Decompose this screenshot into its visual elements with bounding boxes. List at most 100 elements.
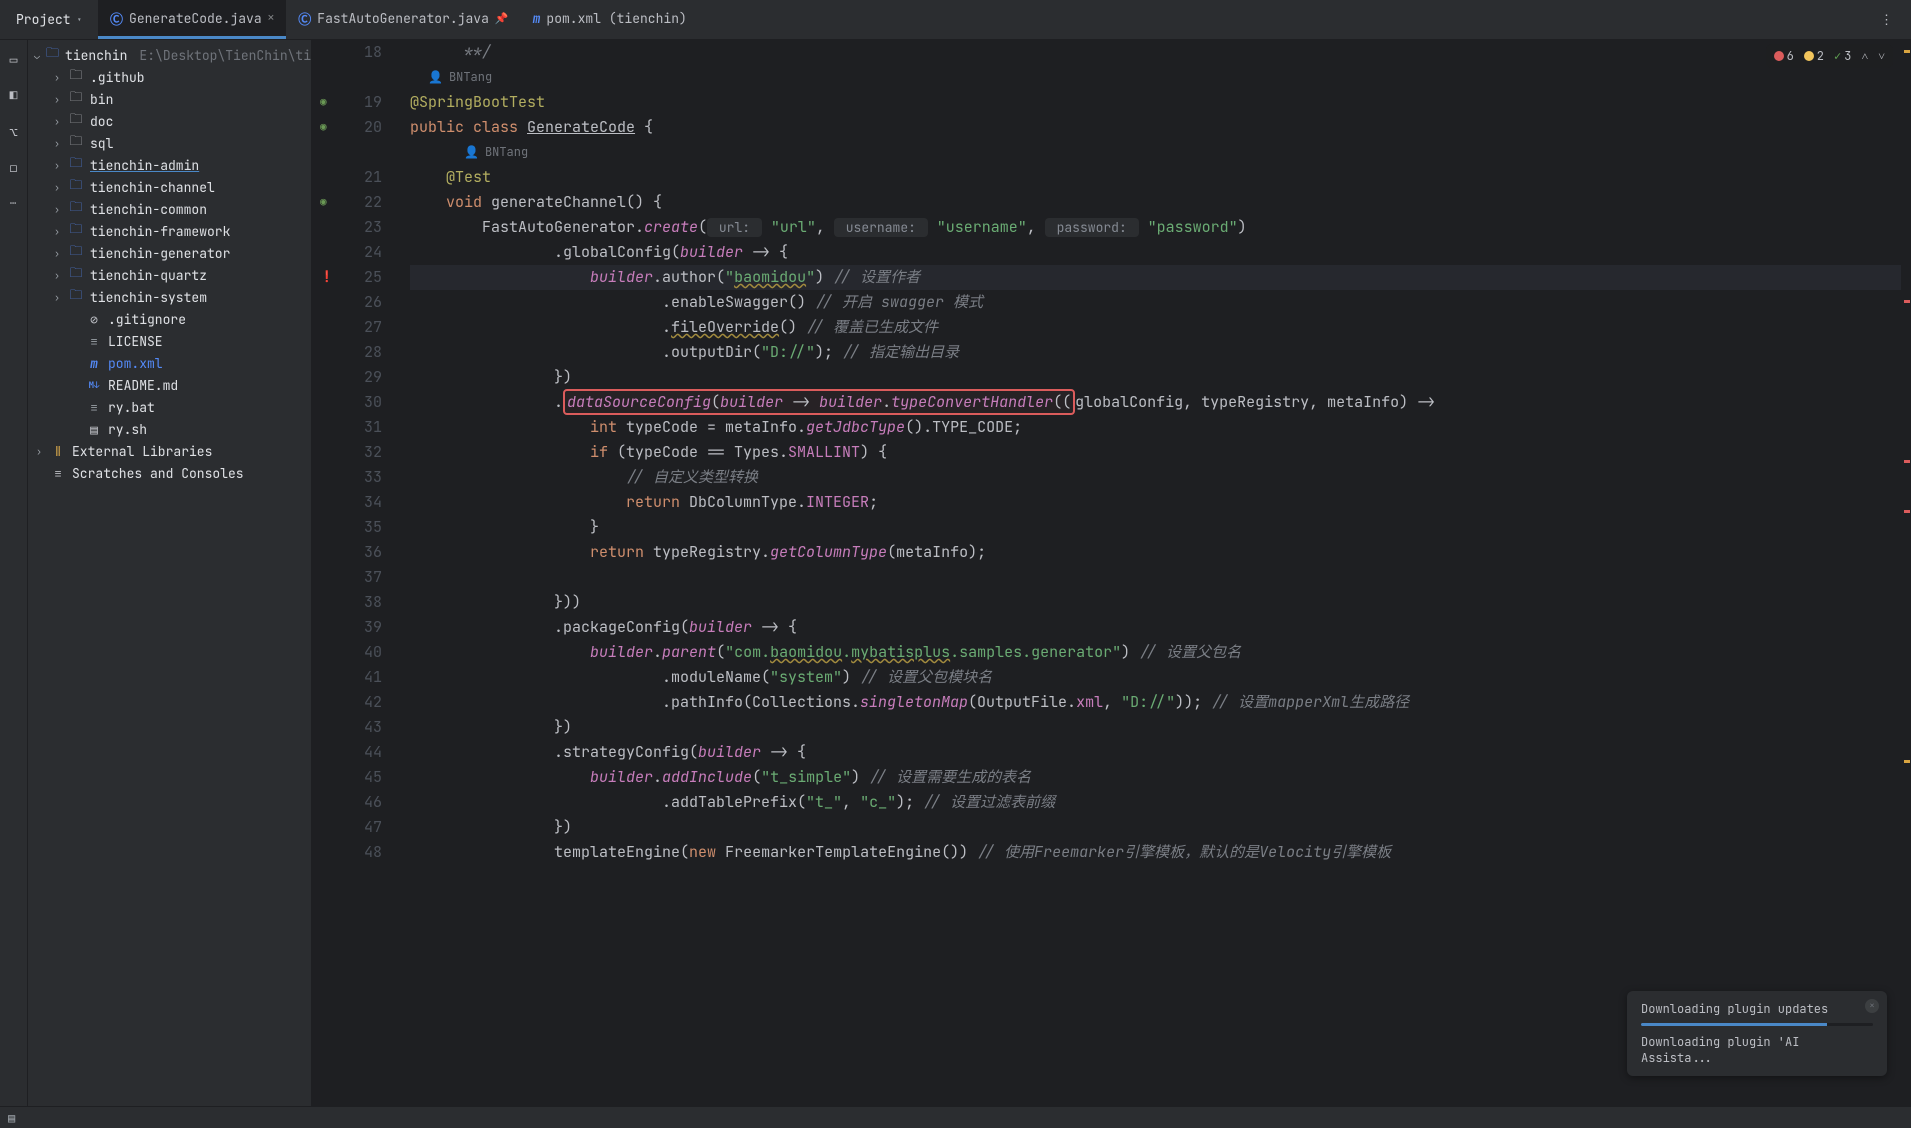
- bookmarks-toolwindow-icon[interactable]: ◻: [5, 158, 23, 176]
- code-line[interactable]: builder.parent("com.baomidou.mybatisplus…: [410, 640, 1911, 665]
- chevron-right-icon[interactable]: ›: [52, 181, 62, 194]
- project-tree[interactable]: ⌄🗀tienchinE:\Desktop\TienChin\tienchin›🗀…: [28, 40, 312, 1106]
- stripe-marker[interactable]: [1904, 50, 1910, 53]
- gutter-marker-icon[interactable]: ❗: [320, 265, 334, 290]
- chevron-right-icon[interactable]: ›: [52, 269, 62, 282]
- tree-node[interactable]: ≡Scratches and Consoles: [28, 462, 311, 484]
- code-line[interactable]: [410, 565, 1911, 590]
- code-line[interactable]: FastAutoGenerator.create( url: "url", us…: [410, 215, 1911, 240]
- stripe-marker[interactable]: [1904, 300, 1910, 303]
- line-number[interactable]: 30: [322, 390, 382, 415]
- tree-node[interactable]: ›🗀tienchin-channel: [28, 176, 311, 198]
- line-number[interactable]: ◉20: [322, 115, 382, 140]
- line-number[interactable]: ◉19: [322, 90, 382, 115]
- tree-node[interactable]: ≡LICENSE: [28, 330, 311, 352]
- line-number[interactable]: 23: [322, 215, 382, 240]
- line-number[interactable]: 41: [322, 665, 382, 690]
- line-number[interactable]: 35: [322, 515, 382, 540]
- line-number[interactable]: 33: [322, 465, 382, 490]
- code-line[interactable]: .pathInfo(Collections.singletonMap(Outpu…: [410, 690, 1911, 715]
- gutter-marker-icon[interactable]: ◉: [320, 190, 327, 215]
- code-line[interactable]: .fileOverride() // 覆盖已生成文件: [410, 315, 1911, 340]
- line-number[interactable]: 37: [322, 565, 382, 590]
- gutter-marker-icon[interactable]: ◉: [320, 90, 327, 115]
- code-line[interactable]: .enableSwagger() // 开启 swagger 模式: [410, 290, 1911, 315]
- inspection-bar[interactable]: 6 2 ✓3 ˄ ˅: [1766, 44, 1893, 68]
- code-line[interactable]: })): [410, 590, 1911, 615]
- code-line[interactable]: .globalConfig(builder -> {: [410, 240, 1911, 265]
- line-number[interactable]: 31: [322, 415, 382, 440]
- code-line[interactable]: return DbColumnType.INTEGER;: [410, 490, 1911, 515]
- chevron-right-icon[interactable]: ›: [52, 93, 62, 106]
- line-number[interactable]: 32: [322, 440, 382, 465]
- code-line[interactable]: public class GenerateCode {: [410, 115, 1911, 140]
- editor-tab[interactable]: ⒸFastAutoGenerator.java📌: [286, 0, 520, 39]
- code-line[interactable]: @Test: [410, 165, 1911, 190]
- code-line[interactable]: .packageConfig(builder -> {: [410, 615, 1911, 640]
- line-number[interactable]: 26: [322, 290, 382, 315]
- line-number[interactable]: 34: [322, 490, 382, 515]
- tree-node[interactable]: ›🗀tienchin-common: [28, 198, 311, 220]
- chevron-right-icon[interactable]: ›: [52, 225, 62, 238]
- project-toolwindow-icon[interactable]: ▭: [5, 50, 23, 68]
- errors-badge[interactable]: 6: [1774, 48, 1794, 64]
- code-line[interactable]: .dataSourceConfig(builder -> builder.typ…: [410, 390, 1911, 415]
- tree-node[interactable]: ›🗀tienchin-generator: [28, 242, 311, 264]
- code-line[interactable]: // 自定义类型转换: [410, 465, 1911, 490]
- code-line[interactable]: @SpringBootTest: [410, 90, 1911, 115]
- code-line[interactable]: .addTablePrefix("t_", "c_"); // 设置过滤表前缀: [410, 790, 1911, 815]
- line-number[interactable]: 21: [322, 165, 382, 190]
- code-line[interactable]: builder.addInclude("t_simple") // 设置需要生成…: [410, 765, 1911, 790]
- code-line[interactable]: if (typeCode == Types.SMALLINT) {: [410, 440, 1911, 465]
- next-issue-icon[interactable]: ˅: [1878, 48, 1885, 64]
- line-number[interactable]: 46: [322, 790, 382, 815]
- chevron-right-icon[interactable]: ›: [52, 71, 62, 84]
- error-stripe[interactable]: [1901, 40, 1911, 1106]
- tree-node[interactable]: ›🗀tienchin-quartz: [28, 264, 311, 286]
- code-area[interactable]: **/👤BNTang@SpringBootTestpublic class Ge…: [392, 40, 1911, 1106]
- line-number[interactable]: 18: [322, 40, 382, 65]
- tree-node[interactable]: ›🗀doc: [28, 110, 311, 132]
- line-number[interactable]: 42: [322, 690, 382, 715]
- stripe-marker[interactable]: [1904, 760, 1910, 763]
- tree-node[interactable]: ›🗀.github: [28, 66, 311, 88]
- code-line[interactable]: builder.author("baomidou") // 设置作者: [410, 265, 1911, 290]
- tree-node[interactable]: ›🗀tienchin-framework: [28, 220, 311, 242]
- chevron-right-icon[interactable]: ›: [52, 159, 62, 172]
- tree-node[interactable]: ⊘.gitignore: [28, 308, 311, 330]
- editor-tab[interactable]: ⒸGenerateCode.java✕: [98, 0, 286, 39]
- code-line[interactable]: return typeRegistry.getColumnType(metaIn…: [410, 540, 1911, 565]
- tree-node[interactable]: ▤ry.sh: [28, 418, 311, 440]
- line-number[interactable]: ◉22: [322, 190, 382, 215]
- line-number[interactable]: 28: [322, 340, 382, 365]
- line-number[interactable]: 43: [322, 715, 382, 740]
- more-toolwindows-icon[interactable]: …: [10, 194, 18, 208]
- tree-node[interactable]: ›⫴External Libraries: [28, 440, 311, 462]
- warnings-badge[interactable]: 2: [1804, 48, 1824, 64]
- tree-node[interactable]: M↓README.md: [28, 374, 311, 396]
- code-line[interactable]: }): [410, 715, 1911, 740]
- stripe-marker[interactable]: [1904, 510, 1910, 513]
- code-line[interactable]: }: [410, 515, 1911, 540]
- chevron-right-icon[interactable]: ›: [52, 115, 62, 128]
- code-line[interactable]: .outputDir("D://"); // 指定输出目录: [410, 340, 1911, 365]
- editor-tab[interactable]: mpom.xml (tienchin): [521, 0, 699, 39]
- stripe-marker[interactable]: [1904, 460, 1910, 463]
- background-task-notification[interactable]: ✕ Downloading plugin updates Downloading…: [1627, 991, 1887, 1076]
- gutter-marker-icon[interactable]: ◉: [320, 115, 327, 140]
- line-number[interactable]: 24: [322, 240, 382, 265]
- code-line[interactable]: }): [410, 815, 1911, 840]
- chevron-right-icon[interactable]: ›: [52, 137, 62, 150]
- tree-node[interactable]: ›🗀tienchin-admin: [28, 154, 311, 176]
- chevron-right-icon[interactable]: ›: [52, 291, 62, 304]
- line-number[interactable]: 38: [322, 590, 382, 615]
- project-tool-label[interactable]: Project ▾: [0, 11, 98, 28]
- code-line[interactable]: templateEngine(new FreemarkerTemplateEng…: [410, 840, 1911, 865]
- tree-node[interactable]: ›🗀bin: [28, 88, 311, 110]
- tree-node[interactable]: ≡ry.bat: [28, 396, 311, 418]
- chevron-down-icon[interactable]: ⌄: [34, 49, 40, 62]
- more-menu-icon[interactable]: ⋮: [1864, 11, 1911, 28]
- chevron-right-icon[interactable]: ›: [52, 247, 62, 260]
- line-number[interactable]: 44: [322, 740, 382, 765]
- prev-issue-icon[interactable]: ˄: [1861, 48, 1868, 64]
